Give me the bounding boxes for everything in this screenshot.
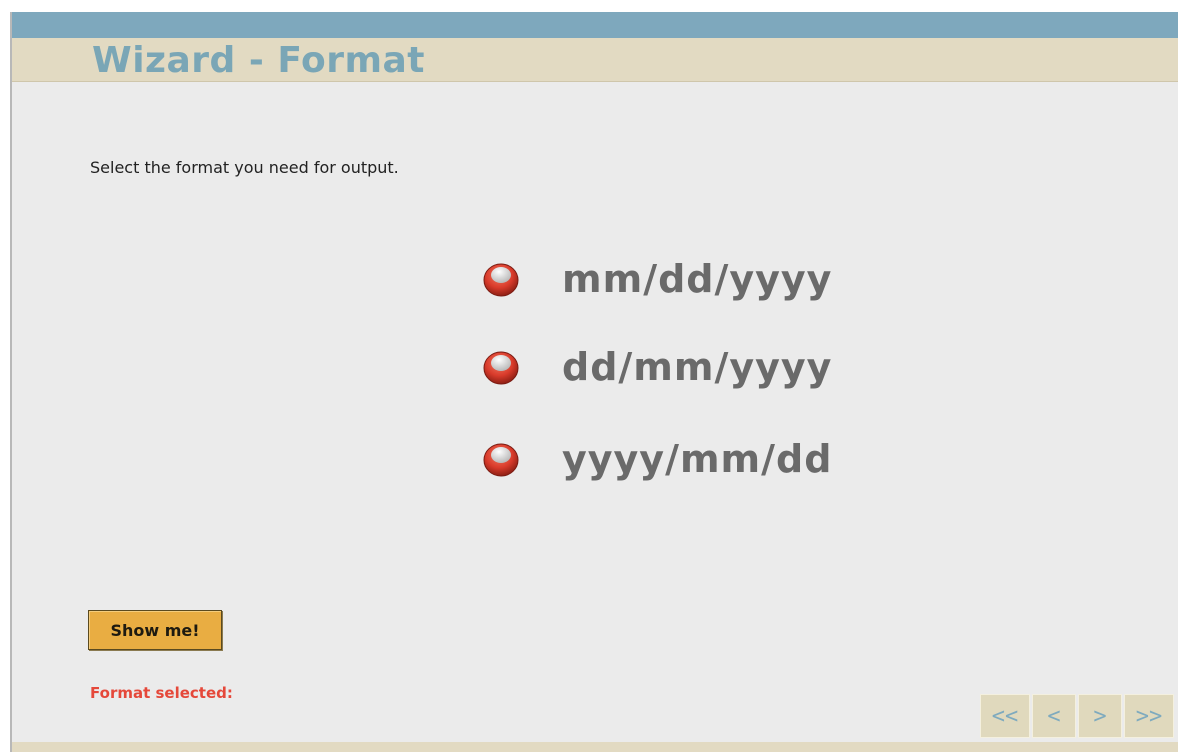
top-bar — [12, 12, 1178, 38]
format-option-label: dd/mm/yyyy — [562, 345, 833, 389]
show-me-button[interactable]: Show me! — [88, 610, 222, 650]
previous-page-button[interactable]: < — [1032, 694, 1076, 738]
first-page-button[interactable]: << — [980, 694, 1030, 738]
bottom-bar — [12, 742, 1178, 752]
navigation-bar: << < > >> — [980, 694, 1174, 738]
wizard-window: Wizard - Format Select the format you ne… — [10, 12, 1178, 752]
next-page-button[interactable]: > — [1078, 694, 1122, 738]
radio-button-icon[interactable] — [482, 260, 520, 298]
radio-button-icon[interactable] — [482, 440, 520, 478]
format-option-mm-dd-yyyy[interactable]: mm/dd/yyyy — [482, 254, 832, 304]
last-page-button[interactable]: >> — [1124, 694, 1174, 738]
format-selected-label: Format selected: — [90, 684, 233, 702]
instruction-text: Select the format you need for output. — [90, 158, 399, 177]
page-title: Wizard - Format — [92, 40, 425, 81]
title-bar: Wizard - Format — [12, 38, 1178, 82]
format-option-dd-mm-yyyy[interactable]: dd/mm/yyyy — [482, 342, 832, 392]
radio-button-icon[interactable] — [482, 348, 520, 386]
format-option-yyyy-mm-dd[interactable]: yyyy/mm/dd — [482, 434, 832, 484]
format-option-label: mm/dd/yyyy — [562, 257, 833, 301]
format-option-label: yyyy/mm/dd — [562, 437, 833, 481]
